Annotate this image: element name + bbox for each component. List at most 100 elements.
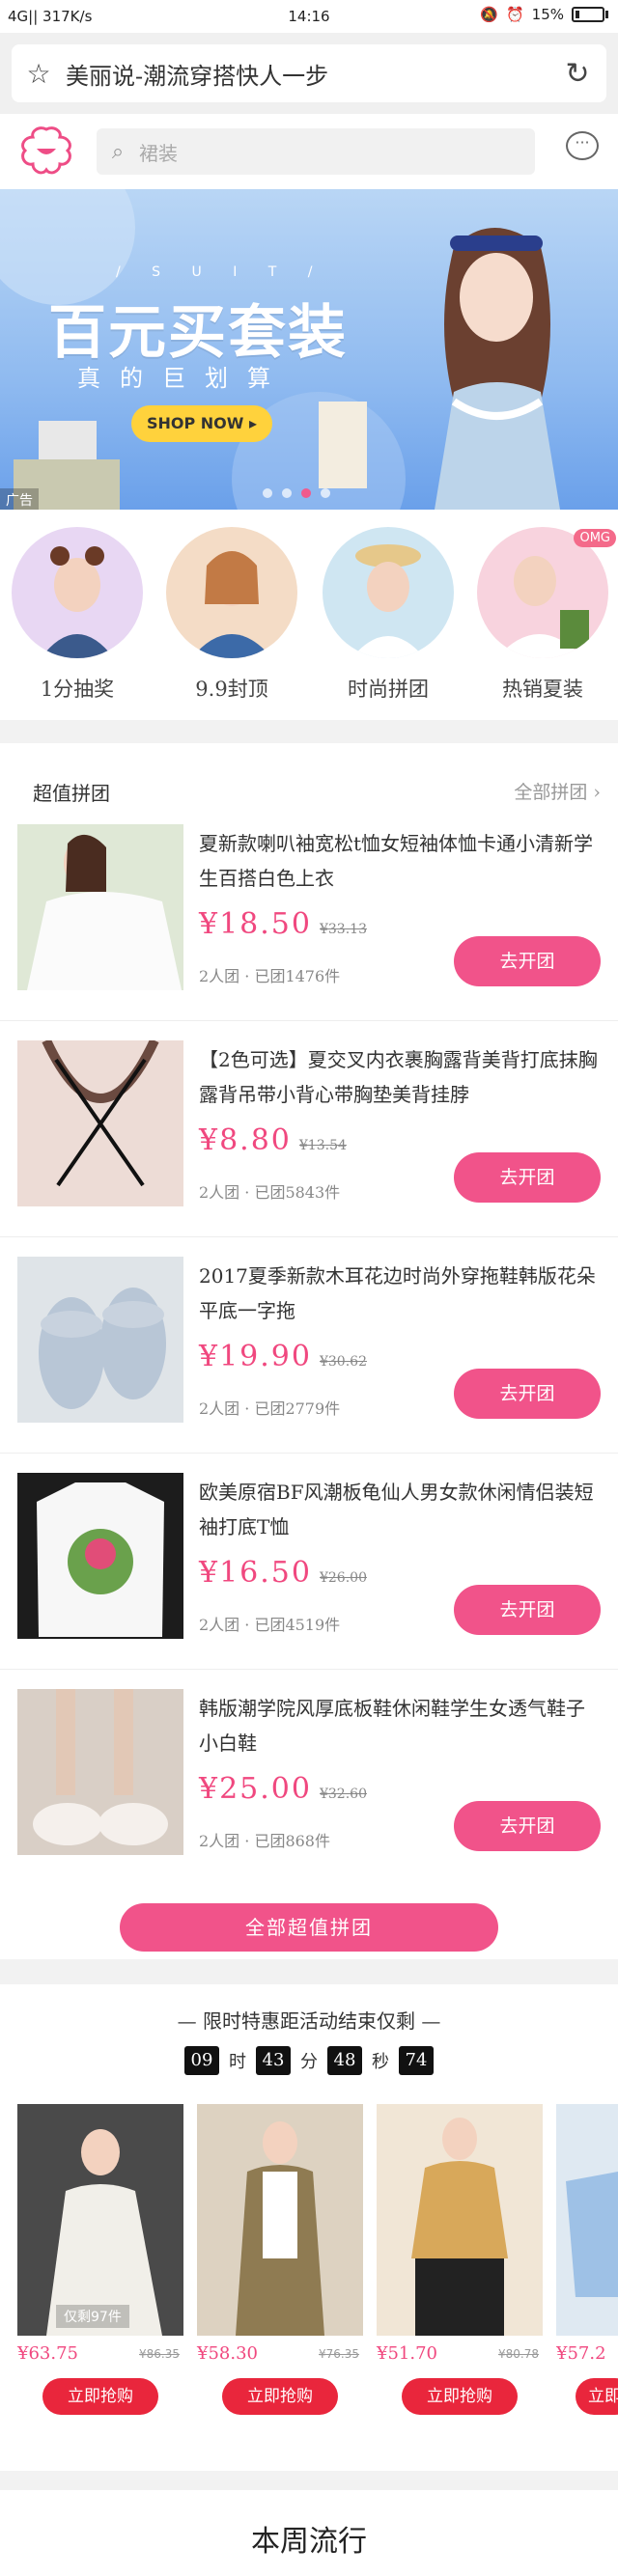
hours-unit: 时 (229, 2052, 246, 2072)
deal-price: ¥63.75 (17, 2343, 78, 2364)
group-meta: 2人团 · 已团868件 (199, 1832, 330, 1850)
product-image[interactable] (17, 1473, 183, 1639)
product-image[interactable] (17, 1040, 183, 1206)
deal-card[interactable]: ¥57.2 立即 (556, 2104, 618, 2451)
buy-now-button[interactable]: 立即抢购 (222, 2378, 338, 2415)
category-summer-hot[interactable]: OMG 热销夏装 (475, 527, 616, 703)
group-meta: 2人团 · 已团5843件 (199, 1183, 341, 1202)
buy-now-button[interactable]: 立即抢购 (402, 2378, 518, 2415)
group-buy-section: 超值拼团 全部拼团 › 夏新款喇叭袖宽松t恤女短袖体恤卡通小清新学生百搭白色上衣… (0, 743, 618, 1959)
shop-now-button[interactable]: SHOP NOW ▸ (131, 405, 272, 442)
status-icons: 🔕 ⏰ 15% (480, 6, 608, 23)
deal-prices: ¥58.30 ¥76.35 (197, 2343, 363, 2367)
countdown-millis: 74 (399, 2046, 434, 2075)
category-lottery[interactable]: 1分抽奖 (10, 527, 145, 703)
countdown-timer: 09 时 43 分 48 秒 74 (0, 2046, 618, 2075)
group-meta: 2人团 · 已团1476件 (199, 967, 341, 985)
reload-icon[interactable]: ↻ (548, 57, 606, 91)
category-image (323, 527, 454, 658)
group-meta: 2人团 · 已团4519件 (199, 1616, 341, 1634)
ad-label: 广告 (0, 488, 39, 510)
carousel-dot[interactable] (282, 488, 292, 498)
product-price: ¥19.90 ¥30.62 (199, 1340, 367, 1373)
deal-image[interactable] (377, 2104, 543, 2336)
product-name[interactable]: 欧美原宿BF风潮板龟仙人男女款休闲情侣装短袖打底T恤 (199, 1475, 603, 1544)
flower-logo-icon[interactable] (19, 125, 73, 176)
mute-icon: 🔕 (480, 6, 498, 23)
start-group-button[interactable]: 去开团 (454, 1801, 601, 1851)
deal-price: ¥58.30 (197, 2343, 258, 2364)
product-name[interactable]: 【2色可选】夏交叉内衣裹胸露背美背打底抹胸露背吊带小背心带胸垫美背挂脖 (199, 1042, 603, 1112)
deal-image[interactable] (556, 2104, 618, 2336)
carousel-dot-active[interactable] (301, 488, 311, 498)
category-under-9-9[interactable]: 9.9封顶 (164, 527, 299, 703)
bookmark-star-icon[interactable]: ☆ (12, 58, 66, 90)
start-group-button[interactable]: 去开团 (454, 1585, 601, 1635)
original-price: ¥30.62 (319, 1354, 367, 1370)
product-image[interactable] (17, 1257, 183, 1423)
start-group-button[interactable]: 去开团 (454, 1369, 601, 1419)
deal-image[interactable]: 仅剩97件 (17, 2104, 183, 2336)
message-icon[interactable]: ··· (566, 131, 599, 160)
product-item[interactable]: 韩版潮学院风厚底板鞋休闲鞋学生女透气鞋子小白鞋 ¥25.00 ¥32.60 2人团… (0, 1670, 618, 1886)
deal-prices: ¥57.2 (556, 2343, 618, 2367)
buy-now-button[interactable]: 立即抢购 (42, 2378, 158, 2415)
banner-suit-text: / S U I T / (116, 264, 326, 280)
model-photo (435, 228, 560, 510)
product-item[interactable]: 2017夏季新款木耳花边时尚外穿拖鞋韩版花朵平底一字拖 ¥19.90 ¥30.62… (0, 1237, 618, 1454)
carousel-dot[interactable] (321, 488, 330, 498)
buy-now-button[interactable]: 立即 (576, 2378, 618, 2415)
carousel-dot[interactable] (263, 488, 272, 498)
category-image (166, 527, 297, 658)
product-item[interactable]: 欧美原宿BF风潮板龟仙人男女款休闲情侣装短袖打底T恤 ¥16.50 ¥26.00 … (0, 1454, 618, 1670)
product-price: ¥16.50 ¥26.00 (199, 1556, 367, 1590)
category-label: 热销夏装 (502, 678, 583, 701)
product-name[interactable]: 夏新款喇叭袖宽松t恤女短袖体恤卡通小清新学生百搭白色上衣 (199, 826, 603, 896)
deal-original-price: ¥86.35 (139, 2347, 180, 2361)
category-label: 1分抽奖 (40, 678, 115, 701)
promo-banner[interactable]: / S U I T / 百元买套装 真的巨划算 SHOP NOW ▸ 广告 (0, 189, 618, 510)
product-price: ¥25.00 ¥32.60 (199, 1772, 367, 1806)
price-value: ¥8.80 (199, 1123, 292, 1157)
product-name[interactable]: 2017夏季新款木耳花边时尚外穿拖鞋韩版花朵平底一字拖 (199, 1259, 603, 1328)
countdown-hours: 09 (184, 2046, 219, 2075)
product-name[interactable]: 韩版潮学院风厚底板鞋休闲鞋学生女透气鞋子小白鞋 (199, 1691, 603, 1760)
original-price: ¥33.13 (319, 922, 367, 937)
group-meta: 2人团 · 已团2779件 (199, 1399, 341, 1418)
view-all-groups-link[interactable]: 全部拼团 › (514, 778, 601, 804)
browser-bar: ☆ 美丽说-潮流穿搭快人一步 ↻ (0, 33, 618, 114)
category-image (12, 527, 143, 658)
price-value: ¥19.90 (199, 1340, 312, 1373)
deal-original-price: ¥80.78 (498, 2347, 539, 2361)
category-label: 时尚拼团 (348, 678, 429, 701)
all-group-deals-button[interactable]: 全部超值拼团 (120, 1903, 498, 1952)
alarm-icon: ⏰ (505, 6, 524, 23)
start-group-button[interactable]: 去开团 (454, 1152, 601, 1203)
deal-card[interactable]: ¥51.70 ¥80.78 立即抢购 (377, 2104, 543, 2451)
banner-headline: 百元买套装 (48, 299, 348, 367)
carousel-dots[interactable] (263, 488, 330, 498)
minutes-unit: 分 (300, 2052, 318, 2072)
deal-card[interactable]: 仅剩97件 ¥63.75 ¥86.35 立即抢购 (17, 2104, 183, 2451)
seconds-unit: 秒 (372, 2052, 389, 2072)
countdown-minutes: 43 (256, 2046, 291, 2075)
search-placeholder: 裙装 (139, 141, 178, 165)
product-item[interactable]: 夏新款喇叭袖宽松t恤女短袖体恤卡通小清新学生百搭白色上衣 ¥18.50 ¥33.1… (0, 805, 618, 1021)
address-bar[interactable]: ☆ 美丽说-潮流穿搭快人一步 ↻ (12, 44, 606, 102)
deal-card[interactable]: ¥58.30 ¥76.35 立即抢购 (197, 2104, 363, 2451)
banner-subline: 真的巨划算 (77, 365, 290, 392)
product-price: ¥18.50 ¥33.13 (199, 907, 367, 941)
deal-image[interactable] (197, 2104, 363, 2336)
category-row: 1分抽奖 9.9封顶 时尚拼团 OMG 热销夏装 (0, 510, 618, 720)
category-fashion-group[interactable]: 时尚拼团 (321, 527, 456, 703)
countdown-seconds: 48 (327, 2046, 362, 2075)
page-title[interactable]: 美丽说-潮流穿搭快人一步 (66, 57, 548, 91)
deal-prices: ¥51.70 ¥80.78 (377, 2343, 543, 2367)
product-item[interactable]: 【2色可选】夏交叉内衣裹胸露背美背打底抹胸露背吊带小背心带胸垫美背挂脖 ¥8.8… (0, 1021, 618, 1237)
weekly-trending-section: 本周流行 (0, 2490, 618, 2576)
search-input[interactable]: ⌕ 裙装 (97, 128, 535, 175)
start-group-button[interactable]: 去开团 (454, 936, 601, 986)
product-image[interactable] (17, 824, 183, 990)
product-image[interactable] (17, 1689, 183, 1855)
original-price: ¥13.54 (298, 1138, 347, 1153)
